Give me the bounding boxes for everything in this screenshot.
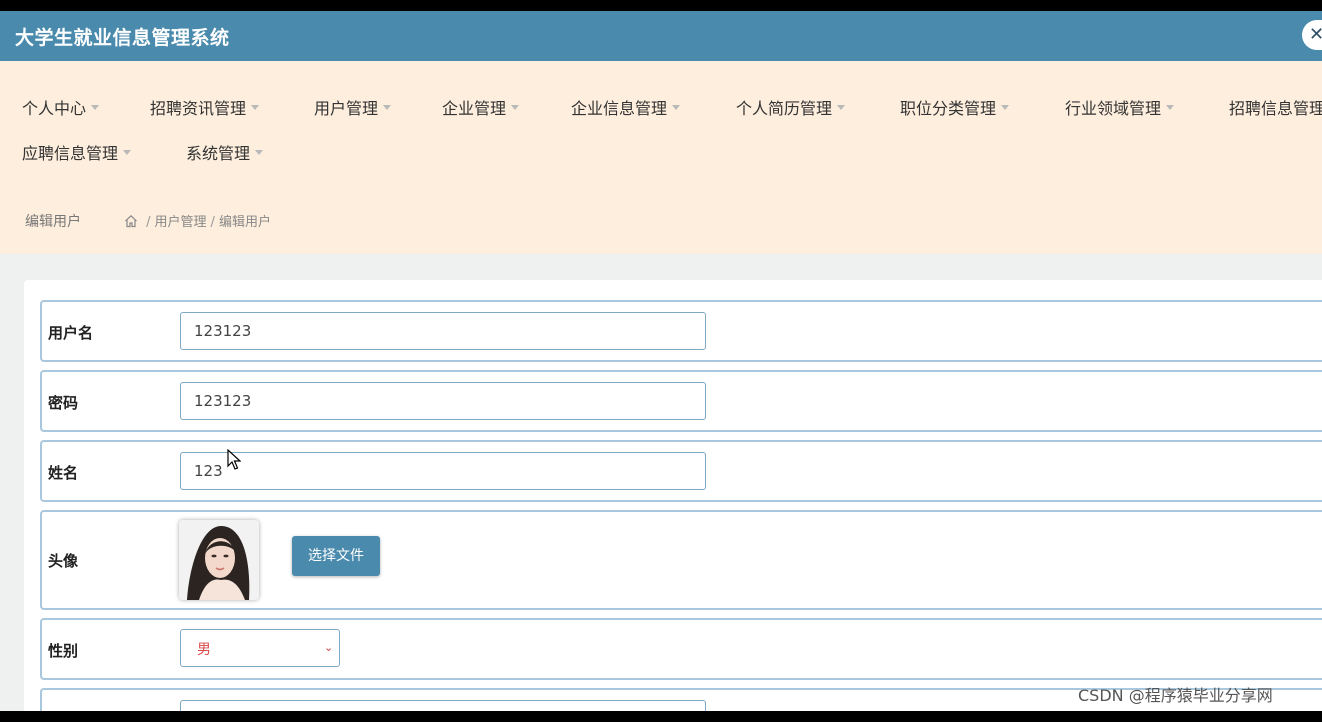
menu-personal-center[interactable]: 个人中心 bbox=[22, 95, 100, 119]
menu-system-management[interactable]: 系统管理 bbox=[186, 140, 264, 164]
name-input[interactable] bbox=[180, 452, 706, 490]
gender-label: 性别 bbox=[48, 642, 79, 660]
menu-resume-management[interactable]: 个人简历管理 bbox=[736, 95, 846, 119]
page-title: 编辑用户 bbox=[25, 214, 81, 230]
home-icon[interactable] bbox=[124, 214, 138, 228]
breadcrumb-separator: / bbox=[146, 215, 151, 230]
password-label: 密码 bbox=[48, 394, 79, 412]
password-input[interactable] bbox=[180, 382, 706, 420]
breadcrumb-edit-user: 编辑用户 bbox=[218, 215, 271, 230]
form-row-avatar: 头像 选择文件 bbox=[40, 510, 1322, 610]
menu-company-management[interactable]: 企业管理 bbox=[442, 95, 520, 119]
avatar-image bbox=[179, 520, 259, 600]
caret-down-icon bbox=[383, 105, 392, 110]
close-icon[interactable]: ✕ bbox=[1302, 20, 1322, 50]
menu-user-management[interactable]: 用户管理 bbox=[314, 95, 392, 119]
header-bar: 大学生就业信息管理系统 ✕ bbox=[0, 11, 1322, 61]
watermark: CSDN @程序猿毕业分享网 bbox=[1078, 686, 1273, 705]
app-window: 大学生就业信息管理系统 ✕ 个人中心 招聘资讯管理 用户管理 企业管理 企业信息… bbox=[0, 11, 1322, 711]
next-field[interactable] bbox=[180, 700, 706, 711]
menu-job-category[interactable]: 职位分类管理 bbox=[900, 95, 1010, 119]
caret-down-icon bbox=[255, 150, 264, 155]
name-label: 姓名 bbox=[48, 464, 79, 482]
menu-recruit-info[interactable]: 招聘信息管理 bbox=[1229, 95, 1322, 119]
breadcrumb: / 用户管理 / 编辑用户 bbox=[124, 211, 271, 230]
caret-down-icon bbox=[1001, 105, 1010, 110]
choose-file-button[interactable]: 选择文件 bbox=[292, 536, 380, 576]
caret-down-icon bbox=[1166, 105, 1175, 110]
breadcrumb-user-management[interactable]: 用户管理 bbox=[155, 215, 207, 230]
caret-down-icon bbox=[511, 105, 520, 110]
caret-down-icon bbox=[251, 105, 260, 110]
caret-down-icon bbox=[91, 105, 100, 110]
caret-down-icon bbox=[672, 105, 681, 110]
caret-down-icon bbox=[837, 105, 846, 110]
menu-recruit-news[interactable]: 招聘资讯管理 bbox=[150, 95, 260, 119]
chevron-down-icon: ⌄ bbox=[324, 641, 334, 654]
username-input[interactable] bbox=[180, 312, 706, 350]
menu-company-info[interactable]: 企业信息管理 bbox=[571, 95, 681, 119]
form-row-username: 用户名 bbox=[40, 300, 1322, 362]
gender-selected-value: 男 bbox=[197, 642, 211, 658]
username-label: 用户名 bbox=[48, 324, 94, 342]
menu-application-info[interactable]: 应聘信息管理 bbox=[22, 140, 132, 164]
menu-industry-field[interactable]: 行业领域管理 bbox=[1065, 95, 1175, 119]
mouse-cursor-icon bbox=[227, 449, 241, 470]
breadcrumb-separator: / bbox=[210, 215, 215, 230]
app-title: 大学生就业信息管理系统 bbox=[15, 27, 230, 49]
gender-select[interactable]: 男 ⌄ bbox=[180, 629, 340, 667]
form-row-password: 密码 bbox=[40, 370, 1322, 432]
caret-down-icon bbox=[123, 150, 132, 155]
avatar-label: 头像 bbox=[48, 552, 79, 570]
form-row-gender: 性别 男 ⌄ bbox=[40, 618, 1322, 680]
